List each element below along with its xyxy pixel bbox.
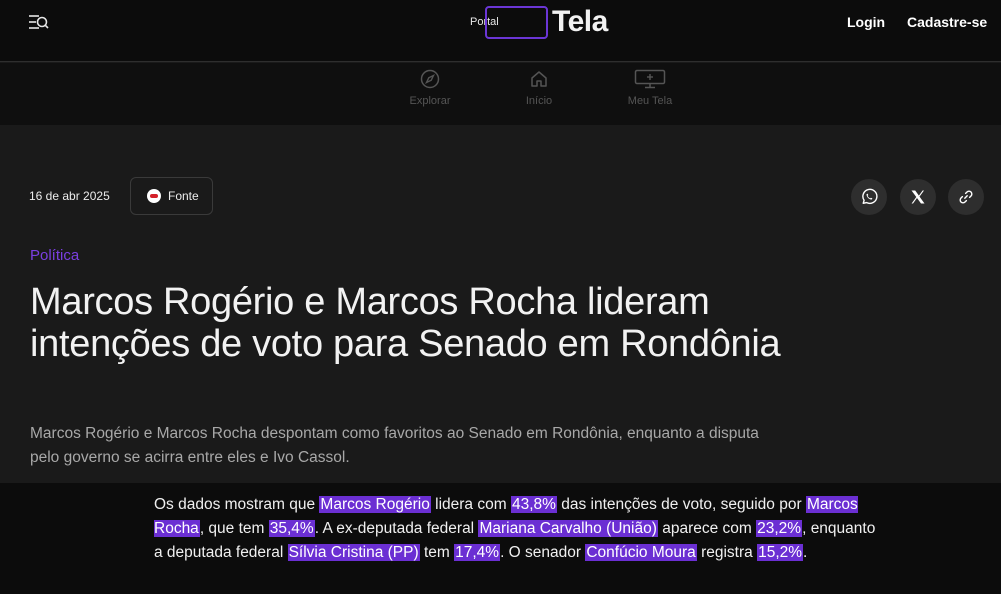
- logo-frame: [485, 6, 548, 39]
- body-text: das intenções de voto, seguido por: [556, 496, 806, 513]
- highlighted-text: Sílvia Cristina (PP): [287, 544, 420, 561]
- highlighted-text: Confúcio Moura: [585, 544, 697, 561]
- highlighted-text: 43,8%: [510, 496, 557, 513]
- home-icon: [531, 71, 547, 87]
- body-text: lidera com: [430, 496, 511, 513]
- article-date: 16 de abr 2025: [29, 189, 110, 203]
- article-category[interactable]: Política: [30, 247, 79, 264]
- highlighted-text: 35,4%: [268, 520, 315, 537]
- body-text: tem: [419, 544, 455, 561]
- share-link-button[interactable]: [948, 179, 984, 215]
- source-logo-icon: [147, 189, 161, 203]
- monitor-icon: [634, 69, 666, 89]
- article-body: Os dados mostram que Marcos Rogério lide…: [0, 483, 1001, 594]
- nav-item-inicio[interactable]: Início: [520, 69, 558, 107]
- share-x-button[interactable]: [900, 179, 936, 215]
- body-text: registra: [696, 544, 758, 561]
- body-text: , que tem: [199, 520, 269, 537]
- highlighted-text: 15,2%: [757, 544, 804, 561]
- nav-item-meu-tela[interactable]: Meu Tela: [624, 69, 676, 107]
- article-header: 16 de abr 2025 Fonte Política Marcos Rog…: [0, 125, 1001, 485]
- article-title: Marcos Rogério e Marcos Rocha lideram in…: [30, 281, 781, 365]
- signup-link[interactable]: Cadastre-se: [907, 14, 987, 30]
- highlighted-text: 23,2%: [756, 520, 803, 537]
- site-logo[interactable]: Portal Tela: [470, 5, 620, 40]
- x-icon: [911, 190, 925, 204]
- source-button[interactable]: Fonte: [130, 177, 213, 215]
- main-nav: Explorar Início Meu Tela: [0, 63, 1001, 125]
- nav-label: Explorar: [409, 95, 451, 107]
- body-text: .: [803, 544, 808, 561]
- compass-icon: [420, 69, 440, 89]
- source-label: Fonte: [168, 189, 199, 203]
- nav-label: Início: [525, 95, 553, 107]
- body-text: . A ex-deputada federal: [314, 520, 479, 537]
- nav-label: Meu Tela: [627, 95, 673, 107]
- body-text: . O senador: [500, 544, 586, 561]
- highlighted-text: Mariana Carvalho (União): [478, 520, 658, 537]
- body-text: aparece com: [657, 520, 757, 537]
- share-whatsapp-button[interactable]: [851, 179, 887, 215]
- menu-search-icon[interactable]: [28, 13, 50, 33]
- article-subtitle: Marcos Rogério e Marcos Rocha despontam …: [30, 425, 759, 466]
- top-header: Portal Tela Login Cadastre-se: [0, 0, 1001, 62]
- article-paragraph: Os dados mostram que Marcos Rogério lide…: [154, 493, 884, 565]
- nav-item-explorar[interactable]: Explorar: [406, 69, 454, 107]
- login-link[interactable]: Login: [847, 14, 885, 30]
- link-icon: [959, 190, 973, 204]
- whatsapp-icon: [862, 188, 878, 205]
- body-text: Os dados mostram que: [154, 496, 320, 513]
- logo-tela-text: Tela: [552, 5, 608, 38]
- highlighted-text: 17,4%: [454, 544, 501, 561]
- highlighted-text: Marcos Rogério: [319, 496, 431, 513]
